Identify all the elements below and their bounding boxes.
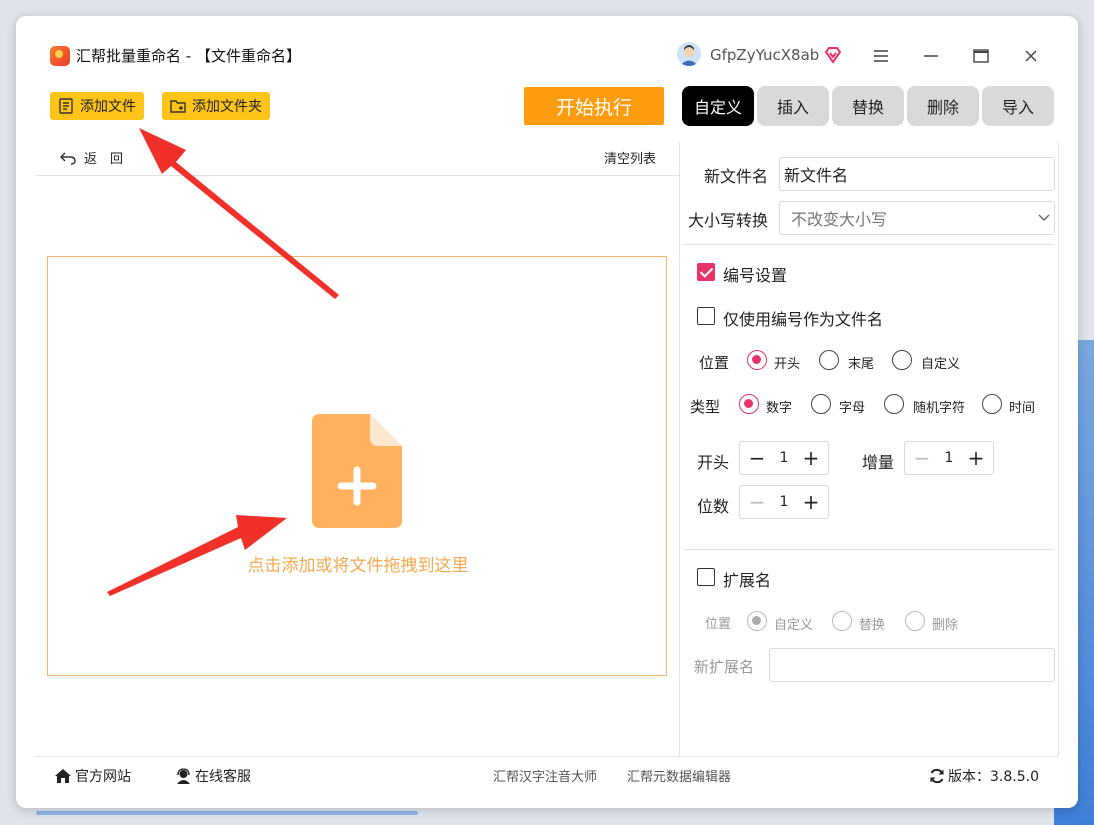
tab-import[interactable]: 导入: [982, 86, 1054, 126]
case-convert-select[interactable]: 不改变大小写: [779, 201, 1055, 235]
plus-icon[interactable]: +: [802, 490, 820, 514]
type-radio-letter[interactable]: [811, 394, 831, 414]
divider: [36, 175, 680, 176]
tab-delete[interactable]: 删除: [907, 86, 979, 126]
type-label: 类型: [690, 398, 721, 416]
type-option-random: 随机字符: [913, 401, 966, 416]
numbering-checkbox[interactable]: [697, 263, 715, 281]
ext-position-radio-replace[interactable]: [832, 611, 852, 631]
type-radio-number[interactable]: [739, 394, 759, 414]
folder-add-icon: [170, 100, 186, 113]
version-info[interactable]: 版本：3.8.5.0: [929, 766, 1039, 786]
ext-position-label: 位置: [705, 617, 732, 632]
mode-tabs: 自定义 插入 替换 删除 导入: [682, 86, 1054, 126]
divider: [684, 549, 1054, 550]
numbering-label: 编号设置: [723, 266, 788, 285]
only-number-label: 仅使用编号作为文件名: [723, 310, 884, 329]
back-button[interactable]: 返 回: [60, 148, 123, 167]
add-folder-label: 添加文件夹: [192, 99, 262, 115]
official-website-label: 官方网站: [75, 769, 131, 785]
type-option-number: 数字: [766, 401, 793, 416]
window-title: 汇帮批量重命名 - 【文件重命名】: [76, 47, 301, 65]
headset-icon: [177, 768, 190, 784]
metadata-editor-link[interactable]: 汇帮元数据编辑器: [627, 766, 731, 785]
plus-icon[interactable]: +: [802, 446, 820, 470]
position-option-custom: 自定义: [921, 357, 961, 372]
status-bar: 官方网站 在线客服 汇帮汉字注音大师 汇帮元数据编辑器 版本：3.8.5.0: [36, 756, 1058, 792]
increment-label: 增量: [862, 453, 895, 472]
title-bar: 汇帮批量重命名 - 【文件重命名】 GfpZyYucX8ab: [16, 16, 1078, 76]
maximize-icon[interactable]: [969, 44, 993, 68]
position-label: 位置: [699, 354, 730, 372]
add-file-label: 添加文件: [80, 99, 136, 115]
extension-checkbox[interactable]: [697, 568, 715, 586]
only-number-checkbox[interactable]: [697, 307, 715, 325]
digits-stepper[interactable]: − 1 +: [739, 485, 829, 519]
drop-hint-text[interactable]: 点击添加或将文件拖拽到这里: [48, 551, 668, 576]
username[interactable]: GfpZyYucX8ab: [710, 46, 819, 64]
tab-insert[interactable]: 插入: [757, 86, 829, 126]
new-name-input[interactable]: 新文件名: [779, 157, 1055, 191]
add-file-icon[interactable]: [312, 414, 402, 528]
position-option-start: 开头: [774, 357, 801, 372]
refresh-icon: [930, 768, 944, 784]
pinyin-tool-link[interactable]: 汇帮汉字注音大师: [493, 766, 597, 785]
ext-position-option-replace: 替换: [859, 618, 886, 633]
digits-value: 1: [779, 494, 789, 510]
position-radio-custom[interactable]: [892, 350, 912, 370]
home-icon: [55, 769, 71, 783]
tab-replace[interactable]: 替换: [832, 86, 904, 126]
vip-diamond-icon[interactable]: [823, 45, 843, 65]
case-convert-label: 大小写转换: [688, 211, 769, 230]
add-file-button[interactable]: 添加文件: [50, 92, 144, 120]
plus-icon[interactable]: +: [967, 446, 985, 470]
official-website-link[interactable]: 官方网站: [54, 766, 131, 786]
ext-position-option-custom: 自定义: [774, 618, 814, 633]
extension-label: 扩展名: [723, 571, 772, 590]
file-list-icon: [59, 98, 73, 114]
minus-icon[interactable]: −: [913, 446, 931, 470]
ext-position-option-delete: 删除: [932, 618, 959, 633]
start-value: 1: [779, 450, 789, 466]
clear-list-button[interactable]: 清空列表: [604, 148, 656, 167]
type-radio-random[interactable]: [884, 394, 904, 414]
minus-icon[interactable]: −: [748, 446, 766, 470]
new-name-label: 新文件名: [704, 167, 769, 186]
close-icon[interactable]: [1019, 44, 1043, 68]
online-support-label: 在线客服: [195, 769, 251, 785]
minimize-icon[interactable]: [919, 44, 943, 68]
chevron-down-icon: [1038, 214, 1050, 221]
add-folder-button[interactable]: 添加文件夹: [162, 92, 270, 120]
menu-icon[interactable]: [869, 44, 893, 68]
back-arrow-icon: [60, 152, 76, 165]
app-window: 汇帮批量重命名 - 【文件重命名】 GfpZyYucX8ab 添加文件 添加文件…: [16, 16, 1078, 808]
tab-custom[interactable]: 自定义: [682, 86, 754, 126]
increment-value: 1: [944, 450, 954, 466]
ext-position-radio-custom[interactable]: [747, 611, 767, 631]
increment-stepper[interactable]: − 1 +: [904, 441, 994, 475]
new-ext-label: 新扩展名: [694, 658, 755, 676]
digits-label: 位数: [697, 497, 730, 516]
new-name-value: 新文件名: [784, 166, 849, 185]
case-convert-value: 不改变大小写: [791, 210, 888, 229]
divider: [684, 244, 1054, 245]
minus-icon[interactable]: −: [748, 490, 766, 514]
start-label: 开头: [697, 453, 730, 472]
online-support-link[interactable]: 在线客服: [175, 766, 251, 786]
back-label: 返 回: [84, 152, 124, 167]
app-logo-icon: [50, 46, 70, 66]
ext-position-radio-delete[interactable]: [905, 611, 925, 631]
type-option-time: 时间: [1009, 401, 1036, 416]
new-ext-input[interactable]: [769, 648, 1055, 682]
start-execute-button[interactable]: 开始执行: [524, 87, 664, 125]
position-radio-end[interactable]: [819, 350, 839, 370]
position-option-end: 末尾: [848, 357, 875, 372]
type-radio-time[interactable]: [982, 394, 1002, 414]
position-radio-start[interactable]: [747, 350, 767, 370]
taskbar-indicator: [36, 811, 418, 815]
user-avatar[interactable]: [677, 42, 701, 66]
version-label: 版本：3.8.5.0: [948, 769, 1039, 785]
start-stepper[interactable]: − 1 +: [739, 441, 829, 475]
type-option-letter: 字母: [839, 401, 866, 416]
